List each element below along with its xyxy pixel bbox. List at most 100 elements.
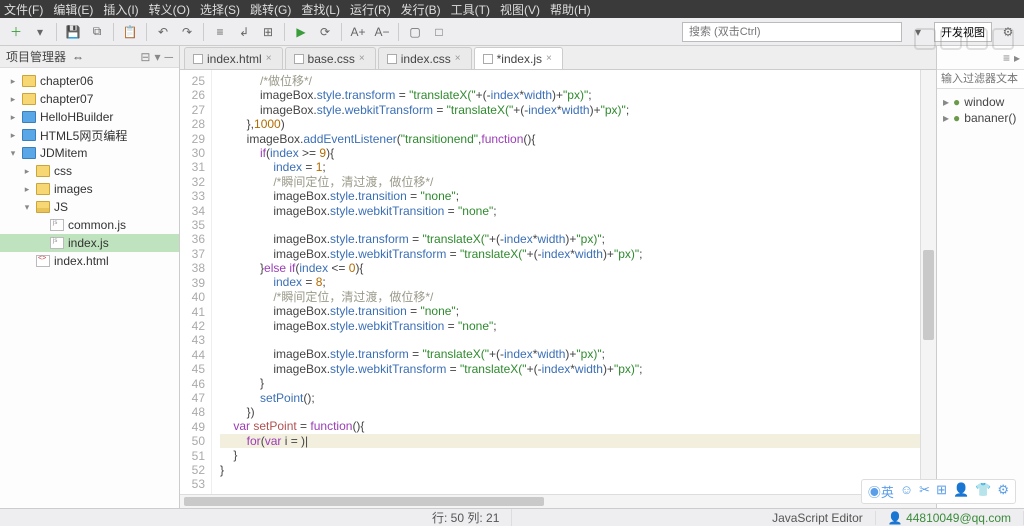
code-line[interactable] [220,333,936,347]
code-line[interactable]: imageBox.style.webkitTransition = "none"… [220,204,936,218]
shirt-icon[interactable]: 👕 [975,482,991,501]
code-line[interactable]: /*做位移*/ [220,74,936,88]
browser-icon[interactable]: □ [429,22,449,42]
editor-tab[interactable]: index.css× [378,47,472,69]
undo-icon[interactable]: ↶ [153,22,173,42]
project-tree[interactable]: ▸chapter06▸chapter07▸HelloHBuilder▸HTML5… [0,68,179,508]
editor-tab[interactable]: *index.js× [474,47,563,69]
tree-item[interactable]: ▸chapter06 [0,72,179,90]
outline-item[interactable]: ▸● bananer() [943,111,1018,125]
paste-icon[interactable]: 📋 [120,22,140,42]
twisty-icon[interactable]: ▸ [22,184,32,195]
tree-item[interactable]: index.html [0,252,179,270]
tree-item[interactable]: ▸HTML5网页编程 [0,126,179,144]
collapse-icon[interactable]: ⊟ [140,50,150,64]
code-line[interactable] [220,477,936,491]
code-line[interactable]: index = 1; [220,160,936,174]
search-input[interactable] [682,22,902,42]
code-line[interactable]: } [220,448,936,462]
code-line[interactable]: index = 8; [220,275,936,289]
code-line[interactable]: imageBox.style.transform = "translateX("… [220,88,936,102]
outline-min-icon[interactable]: ▸ [1014,51,1020,65]
code-line[interactable]: if(index >= 9){ [220,146,936,160]
close-icon[interactable]: × [266,53,272,64]
menu-item[interactable]: 帮助(H) [550,1,591,18]
scissors-icon[interactable]: ✂ [919,482,930,501]
code-line[interactable]: imageBox.style.webkitTransform = "transl… [220,362,936,376]
twisty-icon[interactable]: ▸ [22,166,32,177]
menu-item[interactable]: 发行(B) [401,1,441,18]
code-line[interactable]: },1000) [220,117,936,131]
code-line[interactable]: /*瞬间定位，清过渡，做位移*/ [220,175,936,189]
outline-filter-input[interactable] [937,70,1024,89]
ime-icon[interactable]: ◉英 [868,482,894,501]
menu-item[interactable]: 工具(T) [451,1,490,18]
new-icon[interactable]: ＋ [6,22,26,42]
outline-item[interactable]: ▸● window [943,95,1018,109]
menu-item[interactable]: 文件(F) [4,1,43,18]
grid-icon[interactable]: ⊞ [936,482,947,501]
code-line[interactable]: imageBox.style.webkitTransform = "transl… [220,103,936,117]
outline-menu-icon[interactable]: ≡ [1003,51,1010,65]
twisty-icon[interactable]: ▾ [22,202,32,213]
twisty-icon[interactable]: ▸ [8,76,18,87]
menu-icon[interactable]: ▾ [154,50,160,64]
save-icon[interactable]: 💾 [63,22,83,42]
close-icon[interactable]: × [546,53,552,64]
tree-item[interactable]: ▸HelloHBuilder [0,108,179,126]
code-line[interactable]: setPoint(); [220,391,936,405]
code-line[interactable]: imageBox.style.transform = "translateX("… [220,232,936,246]
font-inc-icon[interactable]: A+ [348,22,368,42]
code-line[interactable]: for(var i = )| [220,434,936,448]
user-icon[interactable]: 👤 [953,482,969,501]
code-line[interactable]: /*瞬间定位，清过渡，做位移*/ [220,290,936,304]
tree-item[interactable]: ▸images [0,180,179,198]
menu-item[interactable]: 插入(I) [103,1,138,18]
redo-icon[interactable]: ↷ [177,22,197,42]
minimize-icon[interactable]: ─ [164,50,173,64]
scroll-thumb[interactable] [923,250,934,340]
code-line[interactable]: imageBox.style.transform = "translateX("… [220,347,936,361]
code-line[interactable]: imageBox.style.transition = "none"; [220,304,936,318]
code-line[interactable]: imageBox.style.transition = "none"; [220,189,936,203]
tree-item[interactable]: ▾JDMitem [0,144,179,162]
menu-item[interactable]: 编辑(E) [53,1,93,18]
editor-tab[interactable]: base.css× [285,47,376,69]
scrollbar-horizontal[interactable] [180,494,936,508]
menu-item[interactable]: 运行(R) [350,1,391,18]
twisty-icon[interactable]: ▸ [8,94,18,105]
menu-item[interactable]: 选择(S) [200,1,240,18]
phone-icon[interactable]: ▢ [405,22,425,42]
code-editor[interactable]: 2526272829303132333435363738394041424344… [180,70,936,494]
code-line[interactable] [220,218,936,232]
code-area[interactable]: /*做位移*/ imageBox.style.transform = "tran… [212,70,936,494]
code-line[interactable]: var setPoint = function(){ [220,419,936,433]
tree-item[interactable]: ▸css [0,162,179,180]
twisty-icon[interactable]: ▸ [8,130,18,141]
user-email[interactable]: 👤 44810049@qq.com [876,511,1024,525]
link-icon[interactable]: ⇔ [72,50,84,64]
code-line[interactable]: imageBox.addEventListener("transitionend… [220,132,936,146]
twisty-icon[interactable]: ▸ [8,112,18,123]
emoji-icon[interactable]: ☺ [900,482,913,501]
code-line[interactable]: } [220,376,936,390]
scrollbar-vertical[interactable] [920,70,936,494]
menu-item[interactable]: 查找(L) [301,1,340,18]
code-line[interactable]: imageBox.style.webkitTransition = "none"… [220,319,936,333]
code-line[interactable]: } [220,463,936,477]
tree-item[interactable]: index.js [0,234,179,252]
editor-tab[interactable]: index.html× [184,47,283,69]
font-dec-icon[interactable]: A− [372,22,392,42]
close-icon[interactable]: × [455,53,461,64]
twisty-icon[interactable]: ▾ [8,148,18,159]
wrap-icon[interactable]: ↲ [234,22,254,42]
align-left-icon[interactable]: ≡ [210,22,230,42]
gear-icon[interactable]: ⚙ [997,482,1009,501]
menu-item[interactable]: 视图(V) [500,1,540,18]
dropdown-icon[interactable]: ▾ [30,22,50,42]
copy-icon[interactable]: ⧉ [87,22,107,42]
menu-item[interactable]: 跳转(G) [250,1,291,18]
format-icon[interactable]: ⊞ [258,22,278,42]
menu-item[interactable]: 转义(O) [149,1,190,18]
tree-item[interactable]: ▸chapter07 [0,90,179,108]
